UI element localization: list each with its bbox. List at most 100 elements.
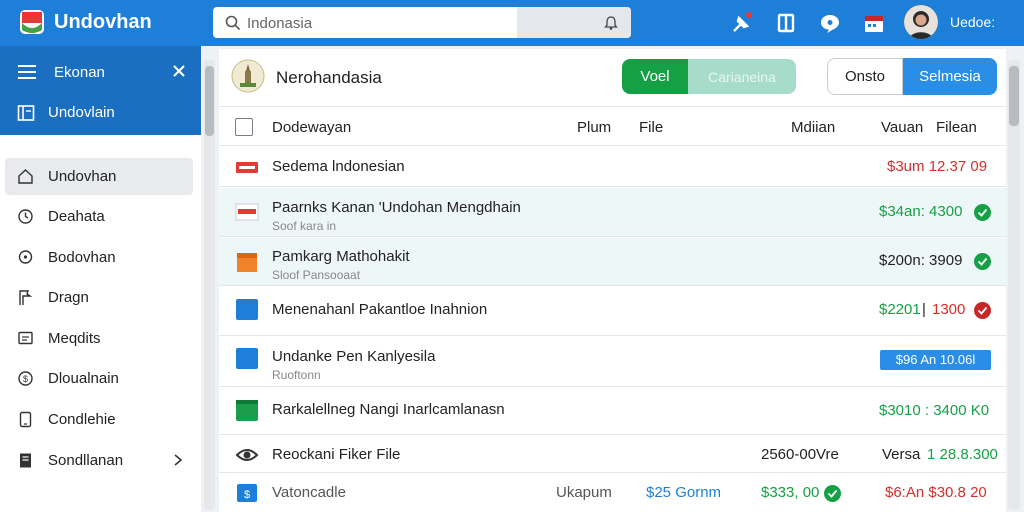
table-row[interactable]: Paarnks Kanan 'Undohan Mengdhain Soof ka… xyxy=(219,188,1006,237)
column-header-median[interactable]: Mdiian xyxy=(791,119,835,136)
sidebar-sub-item[interactable]: Undovlain xyxy=(0,98,201,128)
row-title-link[interactable]: Reockani Fiker File xyxy=(272,446,400,463)
row-title: Vatoncadle xyxy=(272,484,346,501)
panel-title: Nerohandasia xyxy=(276,68,382,87)
scrollbar-thumb[interactable] xyxy=(205,66,214,136)
row-plum: Ukapum xyxy=(556,484,612,501)
svg-text:$: $ xyxy=(23,374,28,384)
svg-text:$: $ xyxy=(244,489,250,501)
sidebar-scrollbar[interactable] xyxy=(204,60,215,510)
row-file-link[interactable]: $25 Gornm xyxy=(646,484,721,501)
table-row[interactable]: Undanke Pen Kanlyesila Ruoftonn $96 An 1… xyxy=(219,337,1006,387)
sidebar-item-dloualnain[interactable]: $ Dloualnain xyxy=(5,360,193,397)
panel-header: Nerohandasia Voel Carianeina Onsto Selme… xyxy=(219,49,1006,107)
row-value: $2201 xyxy=(879,301,921,318)
check-icon xyxy=(974,204,991,221)
value-badge[interactable]: $96 An 10.06l xyxy=(880,350,991,370)
search-icon xyxy=(225,15,241,31)
bell-icon[interactable] xyxy=(603,15,619,31)
table-row[interactable]: Rarkalellneg Nangi Inarlcamlanasn $3010 … xyxy=(219,388,1006,435)
column-header-filecol[interactable]: Filean xyxy=(936,119,977,136)
row-subtitle: Ruoftonn xyxy=(272,368,321,382)
phone-icon xyxy=(19,411,32,428)
user-photo-icon xyxy=(904,5,938,39)
table-row[interactable]: $ Vatoncadle Ukapum $25 Gornm $333, 00 $… xyxy=(219,474,1006,512)
clock-icon xyxy=(18,209,33,224)
sidebar-item-label: Sondllanan xyxy=(48,452,124,469)
eye-icon xyxy=(235,449,259,461)
table-row[interactable]: Reockani Fiker File 2560-00Vre Versa 1 2… xyxy=(219,436,1006,473)
calendar-icon[interactable] xyxy=(862,11,886,35)
table-row[interactable]: Menenahanl Pakantloe Inahnion $2201 | 13… xyxy=(219,287,1006,336)
user-avatar[interactable] xyxy=(904,5,938,39)
sidebar-item-dragn[interactable]: Dragn xyxy=(5,279,193,316)
home-icon xyxy=(18,169,33,184)
badge-icon xyxy=(236,162,258,173)
scrollbar-thumb[interactable] xyxy=(1009,66,1019,126)
row-subtitle: Soof kara in xyxy=(272,219,337,233)
sidebar-item-label: Dloualnain xyxy=(48,370,119,387)
sidebar-item-label: Deahata xyxy=(48,208,105,225)
row-title: Pamkarg Mathohakit xyxy=(272,248,410,265)
document-icon xyxy=(20,453,31,468)
table-row[interactable]: Pamkarg Mathohakit Sloof Pansooaat $200n… xyxy=(219,238,1006,286)
error-icon xyxy=(974,302,991,319)
column-header-file[interactable]: File xyxy=(639,119,663,136)
dollar-circle-icon: $ xyxy=(18,371,33,386)
sidebar-item-label: Bodovhan xyxy=(48,249,116,266)
sidebar-item-undovhan[interactable]: Undovhan xyxy=(5,158,193,195)
row-title: Undanke Pen Kanlyesila xyxy=(272,348,436,365)
sidebar-menu-row[interactable]: Ekonan xyxy=(0,58,201,88)
book-icon[interactable] xyxy=(774,11,798,35)
column-header-name[interactable]: Dodewayan xyxy=(272,119,351,136)
folder-blue-icon xyxy=(236,299,258,320)
sidebar-item-label: Condlehie xyxy=(48,411,116,428)
row-value: $6:An $30.8 20 xyxy=(885,484,987,501)
sidebar-item-condlehie[interactable]: Condlehie xyxy=(5,401,193,438)
row-title: Menenahanl Pakantloe Inahnion xyxy=(272,301,488,318)
user-name[interactable]: Uedoe: xyxy=(950,14,995,30)
onsto-button[interactable]: Onsto xyxy=(827,58,903,95)
sidebar-header: Ekonan Undovlain xyxy=(0,46,201,135)
sidebar-item-bodovhan[interactable]: Bodovhan xyxy=(5,239,193,276)
image-file-icon: $ xyxy=(237,484,257,502)
close-icon[interactable] xyxy=(172,64,186,78)
sidebar-item-label: Meqdits xyxy=(48,330,101,347)
chat-bubble-icon[interactable] xyxy=(818,11,842,35)
top-bar: Undovhan Uedoe xyxy=(0,0,1024,46)
library-icon xyxy=(17,105,35,121)
hamburger-icon[interactable] xyxy=(18,65,36,79)
select-all-checkbox[interactable] xyxy=(235,118,253,136)
table-row[interactable]: Sedema lndonesian $3um 12.37 09 xyxy=(219,147,1006,187)
selmesia-button[interactable]: Selmesia xyxy=(903,58,997,95)
chat-icon xyxy=(18,331,33,345)
voel-button[interactable]: Voel xyxy=(622,59,688,94)
search-input[interactable] xyxy=(247,12,507,34)
sidebar-item-sondllanan[interactable]: Sondllanan xyxy=(5,442,193,479)
carian-button[interactable]: Carianeina xyxy=(688,59,796,94)
main-panel: Nerohandasia Voel Carianeina Onsto Selme… xyxy=(219,49,1006,512)
row-value-mid: 2560-00Vre xyxy=(761,446,839,463)
row-subtitle: Sloof Pansooaat xyxy=(272,268,361,282)
sidebar-item-deahata[interactable]: Deahata xyxy=(5,198,193,235)
sidebar: Ekonan Undovlain Undovhan Deahata Bodovh… xyxy=(0,46,201,512)
calendar-orange-icon xyxy=(237,253,257,272)
flag-card-icon xyxy=(235,203,259,221)
column-header-value[interactable]: Vauan xyxy=(881,119,923,136)
row-value: Versa xyxy=(882,446,921,463)
sidebar-item-meqdits[interactable]: Meqdits xyxy=(5,320,193,357)
location-icon xyxy=(18,250,33,264)
row-title: Paarnks Kanan 'Undohan Mengdhain xyxy=(272,199,521,216)
chevron-right-icon[interactable] xyxy=(173,453,183,467)
row-value-secondary: 1300 xyxy=(932,301,966,318)
monument-icon xyxy=(231,59,265,93)
search-bar[interactable] xyxy=(213,7,631,38)
sidebar-item-label: Undovhan xyxy=(48,168,117,185)
app-logo-icon xyxy=(20,10,44,34)
pin-notification-icon[interactable] xyxy=(730,11,754,35)
row-value: $200n: 3909 xyxy=(879,252,963,269)
table-header: Dodewayan Plum File Mdiian Vauan Filean xyxy=(219,108,1006,146)
app-title: Undovhan xyxy=(54,11,152,33)
main-scrollbar[interactable] xyxy=(1008,60,1020,510)
column-header-plum[interactable]: Plum xyxy=(577,119,611,136)
